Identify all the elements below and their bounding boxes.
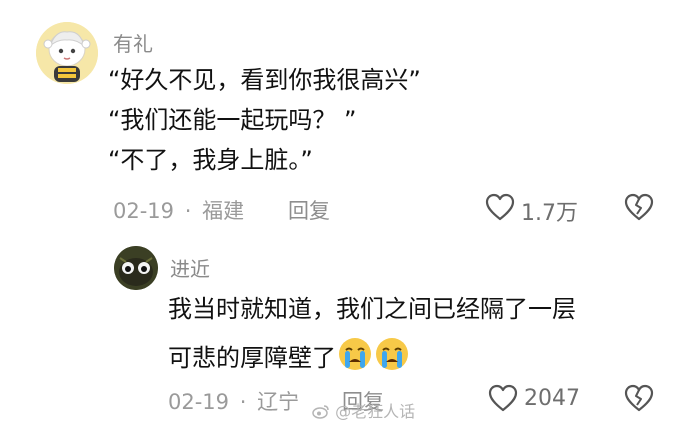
comment-text-line: “不了，我身上脏。” [108, 146, 313, 174]
meta-separator: · [184, 199, 192, 223]
broken-heart-icon [624, 384, 654, 412]
reply-location: 辽宁 [257, 390, 300, 414]
like-button[interactable] [484, 192, 518, 224]
weibo-icon [312, 405, 329, 419]
broken-heart-icon [624, 193, 654, 221]
comment-text-line: “好久不见，看到你我很高兴” [108, 66, 421, 94]
reply-date: 02-19 [168, 390, 230, 414]
dislike-button[interactable] [623, 383, 655, 415]
heart-icon [485, 193, 515, 221]
comment-username[interactable]: 有礼 [113, 28, 153, 57]
reply-text-line-2: 可悲的厚障壁了 [168, 336, 410, 375]
like-button[interactable] [487, 383, 521, 415]
avatar[interactable] [36, 22, 98, 84]
reply-meta: 02-19 · 辽宁 [168, 386, 299, 416]
comment-text-line: “我们还能一起玩吗？ ” [108, 106, 357, 134]
dislike-button[interactable] [623, 192, 655, 224]
comment-date: 02-19 [113, 199, 175, 223]
reply-username[interactable]: 进近 [170, 253, 210, 282]
reply-text-line: 我当时就知道，我们之间已经隔了一层 [168, 295, 576, 323]
avatar-image [114, 246, 158, 290]
comment-location: 福建 [202, 199, 245, 223]
watermark-text: @老狂人话 [335, 402, 416, 421]
reply-text: 可悲的厚障壁了 [168, 344, 336, 372]
avatar[interactable] [114, 246, 158, 290]
like-count: 1.7万 [521, 201, 578, 226]
watermark: @老狂人话 [312, 398, 415, 422]
avatar-image [36, 22, 98, 84]
meta-separator: · [239, 390, 247, 414]
like-count: 2047 [524, 386, 580, 411]
crying-face-icon [376, 338, 408, 370]
crying-face-icon [339, 338, 371, 370]
heart-icon [488, 384, 518, 412]
reply-button[interactable]: 回复 [288, 195, 330, 225]
comment-meta: 02-19 · 福建 [113, 195, 244, 225]
